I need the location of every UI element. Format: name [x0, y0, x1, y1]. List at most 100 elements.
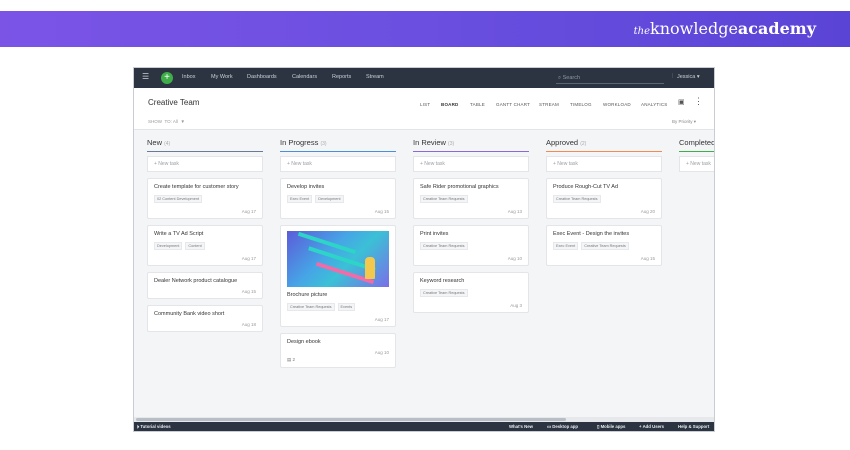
brand-academy: academy [737, 19, 816, 38]
task-card[interactable]: Brochure picture Creative Team Requests E… [280, 225, 396, 327]
task-card[interactable]: Community Bank video short Aug 18 [147, 305, 263, 332]
nav-my-work[interactable]: My Work [211, 74, 233, 80]
card-title: Design ebook [287, 339, 321, 345]
card-date: Aug 10 [507, 256, 522, 261]
search-placeholder: Search [562, 75, 581, 81]
new-task-button[interactable]: + New task [280, 156, 396, 172]
card-title: Keyword research [420, 278, 465, 284]
desktop-label: Desktop app [552, 424, 579, 429]
card-tag: Development [315, 195, 344, 203]
card-tag: Exec Event [287, 195, 313, 203]
comment-count-value: 2 [292, 357, 296, 362]
column-approved: Approved (2) + New task Produce Rough-Cu… [546, 138, 662, 266]
card-tag: Creative Team Requests [420, 242, 468, 250]
card-date: Aug 13 [507, 209, 522, 214]
nav-inbox[interactable]: Inbox [182, 74, 195, 80]
column-title: In Review [413, 138, 446, 147]
column-count: (3) [320, 141, 327, 147]
user-menu[interactable]: Jessica ▾ [677, 74, 700, 80]
card-tag: Creative Team Requests [420, 289, 468, 297]
add-user-icon: + [639, 424, 642, 429]
card-title: Dealer Network product catalogue [154, 278, 238, 284]
new-task-button[interactable]: + New task [546, 156, 662, 172]
card-tag: Creative Team Requests [581, 242, 629, 250]
add-users-link[interactable]: + Add Users [639, 424, 664, 429]
task-card[interactable]: Produce Rough-Cut TV Ad Creative Team Re… [546, 178, 662, 219]
search-input[interactable]: ⌕ Search [556, 72, 664, 84]
card-title: Community Bank video short [154, 311, 225, 317]
more-options-icon[interactable]: ⋮ [694, 96, 703, 107]
tab-analytics[interactable]: ANALYTICS [641, 102, 667, 107]
card-date: Aug 17 [374, 317, 389, 322]
brand-logo: theknowledgeacademy [634, 19, 816, 38]
brand-knowledge: knowledge [650, 19, 738, 38]
tab-stream[interactable]: STREAM [539, 102, 559, 107]
plus-icon[interactable]: + [161, 72, 173, 84]
desktop-app-link[interactable]: ▭ Desktop app [547, 424, 578, 430]
nav-separator: | [672, 73, 674, 79]
tab-timelog[interactable]: TIMELOG [570, 102, 592, 107]
sort-dropdown[interactable]: By Priority ▾ [672, 119, 696, 125]
sort-value: By Priority [671, 119, 693, 124]
nav-calendars[interactable]: Calendars [292, 74, 317, 80]
card-date: Aug 18 [241, 322, 256, 327]
task-card[interactable]: Design ebook Aug 10 ▤ 2 [280, 333, 396, 368]
project-header: Creative Team LIST BOARD TABLE GANTT CHA… [134, 88, 714, 130]
task-card[interactable]: Safe Rider promotional graphics Creative… [413, 178, 529, 219]
column-count: (4) [164, 141, 171, 147]
card-date: Aug 15 [241, 289, 256, 294]
column-count: (2) [580, 141, 587, 147]
card-title: Create template for customer story [154, 184, 239, 190]
user-name: Jessica [677, 74, 696, 80]
page-title: Creative Team [148, 98, 200, 107]
tab-gantt-chart[interactable]: GANTT CHART [496, 102, 530, 107]
card-tag: Creative Team Requests [420, 195, 468, 203]
mobile-icon: ▯ [597, 424, 600, 429]
tab-table[interactable]: TABLE [470, 102, 485, 107]
help-support-link[interactable]: Help & Support [678, 424, 709, 429]
footer-bar: ⏵ Tutorial videos What's New ▭ Desktop a… [134, 422, 714, 431]
filter-icon[interactable]: ▼ [180, 119, 184, 124]
column-count: (3) [448, 141, 455, 147]
task-card[interactable]: Dealer Network product catalogue Aug 15 [147, 272, 263, 299]
tab-board[interactable]: BOARD [441, 102, 459, 107]
desktop-icon: ▭ [547, 424, 552, 429]
hamburger-icon[interactable]: ☰ [142, 73, 150, 81]
card-tag: Exec Event [553, 242, 579, 250]
nav-stream[interactable]: Stream [366, 74, 384, 80]
tab-list[interactable]: LIST [420, 102, 430, 107]
column-header: New (4) [147, 138, 263, 152]
new-task-button[interactable]: + New task [147, 156, 263, 172]
column-header: In Progress (3) [280, 138, 396, 152]
card-tag: Content [185, 242, 205, 250]
column-title: Approved [546, 138, 579, 147]
task-card[interactable]: Write a TV Ad Script Development Content … [147, 225, 263, 266]
card-title: Exec Event - Design the invites [553, 231, 630, 237]
card-date: Aug 17 [241, 256, 256, 261]
card-tag: 02 Content Development [154, 195, 203, 203]
card-title: Produce Rough-Cut TV Ad [553, 184, 619, 190]
nav-reports[interactable]: Reports [332, 74, 351, 80]
scrollbar-thumb[interactable] [136, 418, 566, 421]
nav-dashboards[interactable]: Dashboards [247, 74, 277, 80]
card-tag: Development [154, 242, 183, 250]
card-date: Aug 3 [510, 303, 522, 308]
whats-new-link[interactable]: What's New [509, 424, 533, 429]
task-card[interactable]: Print invites Creative Team Requests Aug… [413, 225, 529, 266]
task-card[interactable]: Exec Event - Design the invites Exec Eve… [546, 225, 662, 266]
task-card[interactable]: Develop invites Exec Event Development Au… [280, 178, 396, 219]
card-cover-image [287, 231, 389, 287]
mobile-apps-link[interactable]: ▯ Mobile apps [597, 424, 625, 430]
print-icon[interactable]: ▣ [678, 98, 685, 106]
task-card[interactable]: Keyword research Creative Team Requests … [413, 272, 529, 313]
filter-row[interactable]: SHOW TO: All ▼ [148, 119, 185, 124]
new-task-button[interactable]: + New task [413, 156, 529, 172]
app-window: ☰ + Inbox My Work Dashboards Calendars R… [133, 67, 715, 432]
new-task-button[interactable]: + New task [679, 156, 714, 172]
column-header: Approved (2) [546, 138, 662, 152]
tutorial-videos-link[interactable]: ⏵ Tutorial videos [137, 424, 171, 429]
comment-count: ▤ 2 [287, 357, 389, 363]
tab-workload[interactable]: WORKLOAD [603, 102, 631, 107]
card-title: Safe Rider promotional graphics [420, 184, 499, 190]
task-card[interactable]: Create template for customer story 02 Co… [147, 178, 263, 219]
